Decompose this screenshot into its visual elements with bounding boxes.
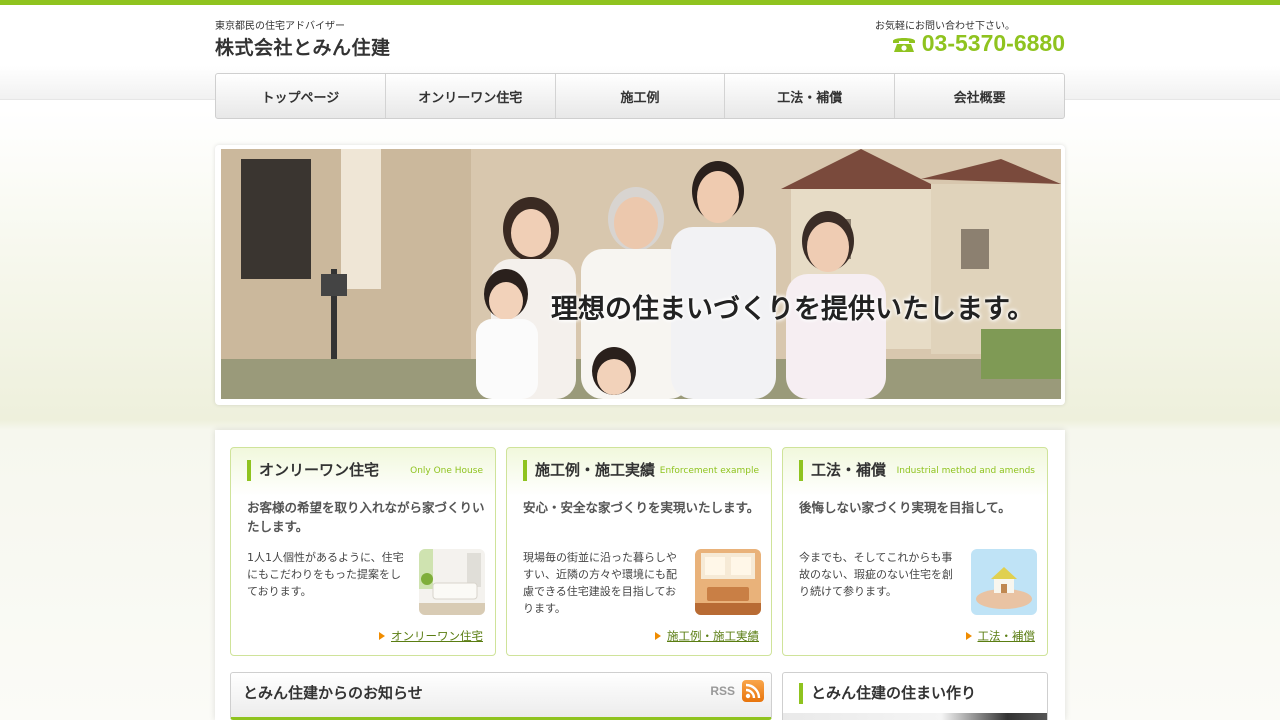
card-body: 今までも、そしてこれからも事故のない、瑕疵のない住宅を創り続けて参ります。	[799, 551, 953, 598]
hero-scene-illustration	[221, 149, 1061, 399]
site-tagline: 東京都民の住宅アドバイザー	[215, 21, 345, 32]
card-subtitle: Industrial method and amends	[896, 466, 1035, 476]
card-title: 工法・補償	[799, 460, 886, 481]
phone-number: 03-5370-6880	[921, 30, 1065, 56]
arrow-icon	[965, 632, 972, 640]
arrow-icon	[655, 632, 661, 640]
rss-icon[interactable]	[742, 680, 764, 702]
feature-card-examples: 施工例・施工実績 Enforcement example 安心・安全な家づくりを…	[506, 447, 772, 656]
news-panel-header: とみん住建からのお知らせ RSS	[230, 672, 772, 720]
house-in-hands-thumbnail[interactable]	[971, 549, 1037, 615]
feature-card-method: 工法・補償 Industrial method and amends 後悔しない…	[782, 447, 1048, 656]
card-title: オンリーワン住宅	[247, 460, 379, 481]
living-room-thumbnail[interactable]	[419, 549, 485, 615]
page-wrapper: 東京都民の住宅アドバイザー 株式会社とみん住建 お気軽にお問い合わせ下さい。 0…	[215, 0, 1065, 720]
house-in-hands-image	[971, 549, 1037, 615]
nav-item-examples[interactable]: 施工例	[556, 74, 726, 118]
hero-family-photo: 理想の住まいづくりを提供いたします。	[221, 149, 1061, 399]
hero-caption: 理想の住まいづくりを提供いたします。	[551, 294, 1035, 325]
main-content: オンリーワン住宅 Only One House お客様の希望を取り入れながら家づ…	[215, 430, 1065, 720]
card-body: 現場毎の街並に沿った暮らしやすい、近隣の方々や環境にも配慮できる住宅建設を目指し…	[523, 551, 677, 615]
rss-feed-icon	[745, 683, 761, 699]
card-lead: 安心・安全な家づくりを実現いたします。	[523, 500, 760, 515]
living-room-image	[419, 549, 485, 615]
rss-label[interactable]: RSS	[710, 684, 735, 698]
card-subtitle: Enforcement example	[659, 466, 759, 476]
news-title: とみん住建からのお知らせ	[243, 684, 423, 702]
nav-item-top[interactable]: トップページ	[216, 74, 386, 118]
card-link[interactable]: 施工例・施工実績	[655, 628, 759, 644]
company-logo[interactable]: 株式会社とみん住建	[215, 33, 391, 60]
feature-card-only-one-house: オンリーワン住宅 Only One House お客様の希望を取り入れながら家づ…	[230, 447, 496, 656]
card-link-label: オンリーワン住宅	[391, 629, 483, 643]
hero-banner: 理想の住まいづくりを提供いたします。	[215, 145, 1065, 405]
nav-item-method[interactable]: 工法・補償	[725, 74, 896, 118]
nav-item-only-one-house[interactable]: オンリーワン住宅	[386, 74, 556, 118]
global-nav: トップページ オンリーワン住宅 施工例 工法・補償 会社概要	[215, 73, 1065, 119]
interior-image	[695, 549, 761, 615]
phone-contact[interactable]: 03-5370-6880	[892, 30, 1065, 57]
card-link-label: 工法・補償	[977, 629, 1036, 643]
card-body: 1人1人個性があるように、住宅にもこだわりをもった提案をしております。	[247, 551, 404, 598]
card-title: 施工例・施工実績	[523, 460, 655, 481]
side-title: とみん住建の住まい作り	[799, 683, 976, 704]
interior-thumbnail[interactable]	[695, 549, 761, 615]
side-image-strip	[783, 713, 1047, 720]
side-panel-header: とみん住建の住まい作り	[782, 672, 1048, 720]
card-lead: 後悔しない家づくり実現を目指して。	[799, 500, 1011, 515]
card-link-label: 施工例・施工実績	[667, 629, 759, 643]
nav-item-company[interactable]: 会社概要	[895, 74, 1064, 118]
telephone-icon	[892, 37, 915, 52]
card-lead: お客様の希望を取り入れながら家づくりいたします。	[247, 500, 485, 534]
card-link[interactable]: 工法・補償	[965, 628, 1036, 644]
card-link[interactable]: オンリーワン住宅	[379, 628, 483, 644]
arrow-icon	[379, 632, 385, 640]
card-subtitle: Only One House	[410, 466, 483, 476]
